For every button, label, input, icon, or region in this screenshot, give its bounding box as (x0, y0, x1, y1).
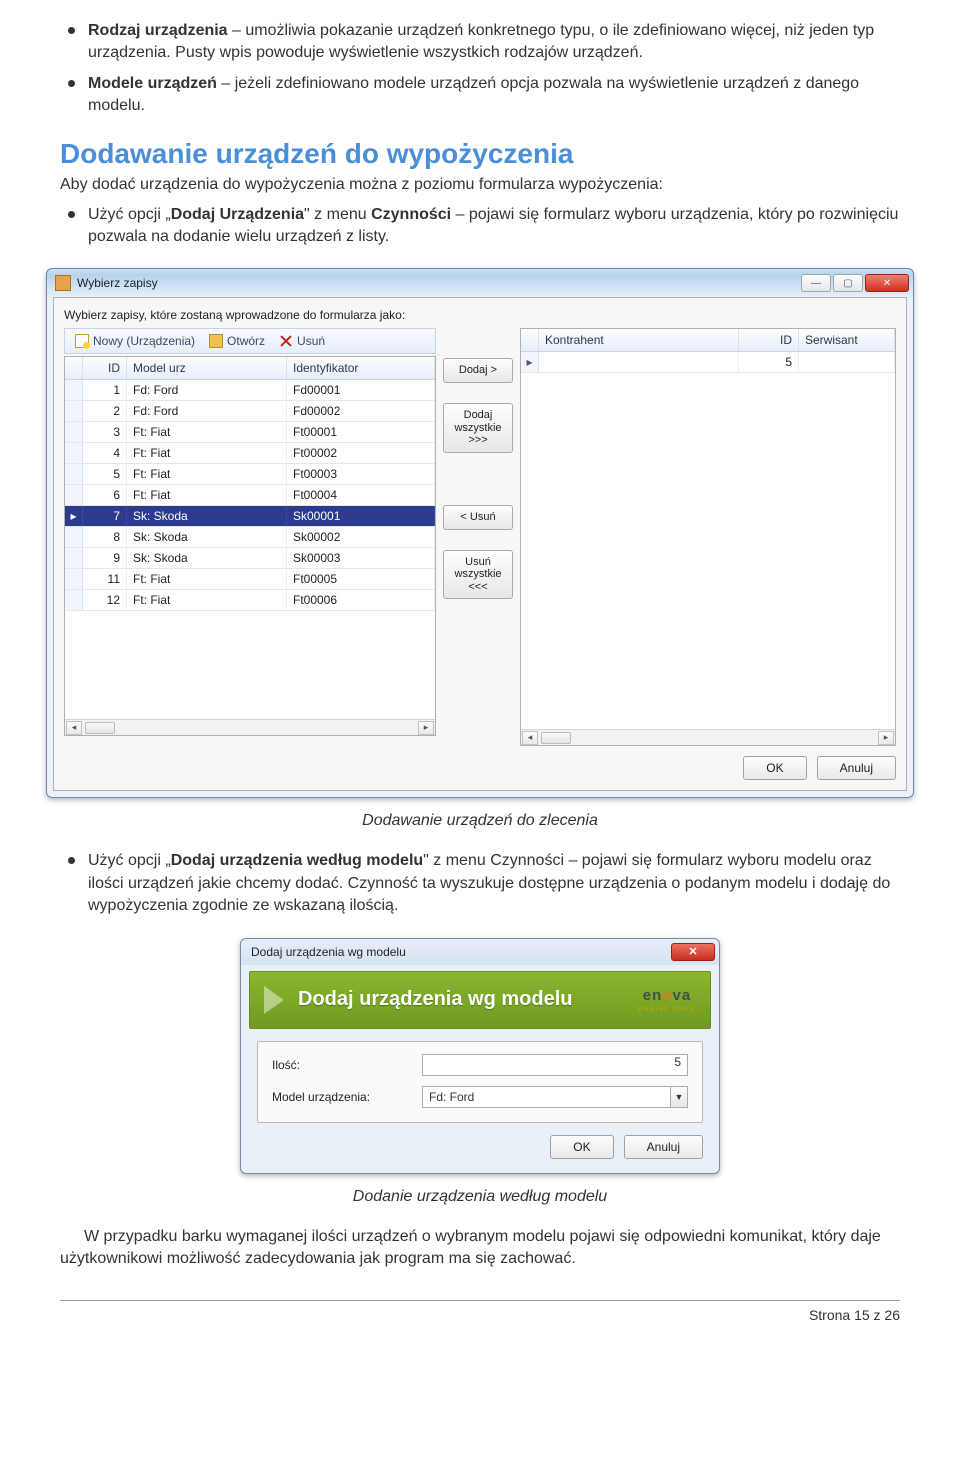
bullet-bold: Modele urządzeń (88, 75, 217, 92)
close-button[interactable]: ✕ (865, 274, 909, 292)
qty-label: Ilość: (272, 1058, 422, 1072)
grid-header: ID Model urz Identyfikator (65, 357, 435, 380)
table-row[interactable]: ▸ 5 (521, 352, 895, 373)
table-row[interactable]: 6Ft: FiatFt00004 (65, 485, 435, 506)
ok-button[interactable]: OK (743, 756, 806, 780)
table-row[interactable]: 8Sk: SkodaSk00002 (65, 527, 435, 548)
cancel-button[interactable]: Anuluj (817, 756, 896, 780)
qty-input[interactable]: 5 (422, 1054, 688, 1076)
table-row[interactable]: 11Ft: FiatFt00005 (65, 569, 435, 590)
horizontal-scrollbar[interactable]: ◂▸ (65, 719, 435, 735)
add-by-model-dialog: Dodaj urządzenia wg modelu ✕ Dodaj urząd… (240, 938, 720, 1174)
horizontal-scrollbar[interactable]: ◂▸ (521, 729, 895, 745)
list-item: Użyć opcji „Dodaj urządzenia według mode… (88, 850, 900, 917)
table-row[interactable]: 1Fd: FordFd00001 (65, 380, 435, 401)
table-row[interactable]: 3Ft: FiatFt00001 (65, 422, 435, 443)
play-icon (264, 986, 284, 1014)
dialog-titlebar[interactable]: Wybierz zapisy — ▢ ✕ (47, 269, 913, 297)
grid-toolbar: Nowy (Urządzenia) Otwórz Usuń (64, 328, 436, 354)
col-serwisant[interactable]: Serwisant (799, 329, 895, 351)
table-row[interactable]: 12Ft: FiatFt00006 (65, 590, 435, 611)
add-all-button[interactable]: Dodajwszystkie>>> (443, 403, 513, 453)
table-row[interactable]: 9Sk: SkodaSk00003 (65, 548, 435, 569)
dialog-title: Dodaj urządzenia wg modelu (251, 945, 671, 959)
figure-caption: Dodanie urządzenia według modelu (60, 1188, 900, 1206)
ok-button[interactable]: OK (550, 1135, 613, 1159)
table-row[interactable]: 2Fd: FordFd00002 (65, 401, 435, 422)
dialog-titlebar[interactable]: Dodaj urządzenia wg modelu ✕ (241, 939, 719, 965)
add-button[interactable]: Dodaj > (443, 358, 513, 383)
col-id[interactable]: ID (739, 329, 799, 351)
select-value: Fd: Ford (422, 1086, 670, 1108)
col-model[interactable]: Model urz (127, 357, 287, 379)
closing-paragraph: W przypadku barku wymaganej ilości urząd… (60, 1226, 900, 1271)
chevron-down-icon[interactable]: ▼ (670, 1086, 688, 1108)
page-number: Strona 15 z 26 (809, 1307, 900, 1323)
banner-title: Dodaj urządzenia wg modelu (298, 988, 572, 1011)
new-icon (75, 334, 89, 348)
dialog-banner: Dodaj urządzenia wg modelu enova pakiet … (249, 971, 711, 1029)
bullet-list-top: Rodzaj urządzenia – umożliwia pokazanie … (60, 20, 900, 118)
list-item: Użyć opcji „Dodaj Urządzenia" z menu Czy… (88, 204, 900, 249)
page-footer: Strona 15 z 26 (60, 1300, 900, 1323)
open-icon (209, 334, 223, 348)
table-row[interactable]: ▸7Sk: SkodaSk00001 (65, 506, 435, 527)
col-id[interactable]: ID (83, 357, 127, 379)
delete-icon (279, 334, 293, 348)
remove-button[interactable]: < Usuń (443, 505, 513, 530)
app-icon (55, 275, 71, 291)
list-item: Modele urządzeń – jeżeli zdefiniowano mo… (88, 73, 900, 118)
model-select[interactable]: Fd: Ford ▼ (422, 1086, 688, 1108)
form-panel: Ilość: 5 Model urządzenia: Fd: Ford ▼ (257, 1041, 703, 1123)
grid-header: Kontrahent ID Serwisant (521, 329, 895, 352)
col-kontrahent[interactable]: Kontrahent (539, 329, 739, 351)
remove-all-button[interactable]: Usuńwszystkie<<< (443, 550, 513, 600)
right-grid[interactable]: Kontrahent ID Serwisant ▸ 5 (520, 328, 896, 746)
list-item: Rodzaj urządzenia – umożliwia pokazanie … (88, 20, 900, 65)
select-records-dialog: Wybierz zapisy — ▢ ✕ Wybierz zapisy, któ… (46, 268, 914, 798)
bullet-list-mid: Użyć opcji „Dodaj Urządzenia" z menu Czy… (60, 204, 900, 249)
toolbar-open[interactable]: Otwórz (203, 332, 271, 350)
table-row[interactable]: 5Ft: FiatFt00003 (65, 464, 435, 485)
col-ident[interactable]: Identyfikator (287, 357, 435, 379)
close-button[interactable]: ✕ (671, 943, 715, 961)
brand-logo: enova pakiet złoty (638, 987, 696, 1013)
dialog-title: Wybierz zapisy (77, 276, 801, 290)
bullet-list-mid2: Użyć opcji „Dodaj urządzenia według mode… (60, 850, 900, 917)
bullet-bold: Rodzaj urządzenia (88, 22, 228, 39)
toolbar-new[interactable]: Nowy (Urządzenia) (69, 332, 201, 350)
table-row[interactable]: 4Ft: FiatFt00002 (65, 443, 435, 464)
minimize-button[interactable]: — (801, 274, 831, 292)
section-intro: Aby dodać urządzenia do wypożyczenia moż… (60, 176, 900, 194)
figure-caption: Dodawanie urządzeń do zlecenia (60, 812, 900, 830)
toolbar-delete[interactable]: Usuń (273, 332, 331, 350)
section-heading: Dodawanie urządzeń do wypożyczenia (60, 138, 900, 170)
cancel-button[interactable]: Anuluj (624, 1135, 703, 1159)
dialog-instruction: Wybierz zapisy, które zostaną wprowadzon… (64, 308, 896, 322)
left-grid[interactable]: ID Model urz Identyfikator 1Fd: FordFd00… (64, 356, 436, 736)
maximize-button[interactable]: ▢ (833, 274, 863, 292)
model-label: Model urządzenia: (272, 1090, 422, 1104)
